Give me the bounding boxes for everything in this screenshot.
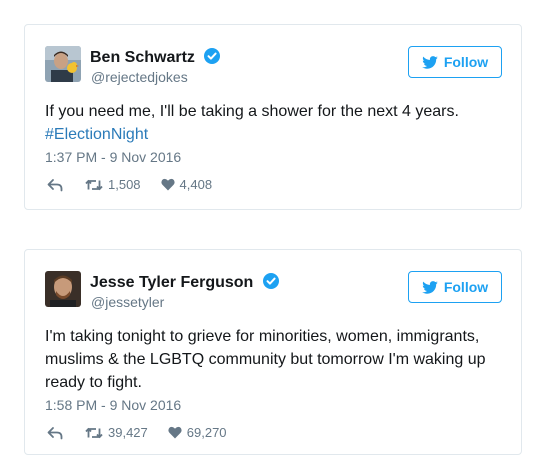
follow-button[interactable]: Follow	[408, 46, 502, 78]
hashtag-link[interactable]: #ElectionNight	[45, 126, 148, 143]
user-name[interactable]: Ben Schwartz	[90, 48, 221, 69]
like-count: 69,270	[186, 425, 227, 440]
tweet-text: I'm taking tonight to grieve for minorit…	[45, 325, 515, 394]
like-button[interactable]: 69,270	[168, 425, 227, 440]
avatar[interactable]	[45, 46, 81, 82]
retweet-button[interactable]: 1,508	[85, 177, 141, 192]
user-name-text: Ben Schwartz	[90, 49, 195, 66]
reply-button[interactable]	[47, 178, 63, 192]
heart-icon	[168, 426, 182, 439]
tweet-card: Jesse Tyler Ferguson @jessetyler Follow …	[24, 249, 522, 455]
retweet-icon	[85, 179, 103, 190]
follow-button[interactable]: Follow	[408, 271, 502, 303]
retweet-count: 1,508	[108, 177, 141, 192]
tweet-text: If you need me, I'll be taking a shower …	[45, 100, 505, 146]
follow-label: Follow	[443, 279, 489, 295]
tweet-timestamp[interactable]: 1:37 PM - 9 Nov 2016	[45, 149, 181, 165]
tweet-body: I'm taking tonight to grieve for minorit…	[45, 328, 486, 391]
avatar-photo-icon	[45, 271, 81, 307]
retweet-icon	[85, 427, 103, 438]
verified-badge-icon	[204, 48, 221, 69]
twitter-bird-icon	[422, 280, 438, 294]
reply-icon	[47, 178, 63, 191]
retweet-button[interactable]: 39,427	[85, 425, 148, 440]
user-handle[interactable]: @rejectedjokes	[91, 69, 188, 85]
verified-badge-icon	[262, 273, 279, 294]
follow-label: Follow	[443, 54, 489, 70]
twitter-bird-icon	[422, 55, 438, 69]
tweet-actions: 39,427 69,270	[47, 425, 227, 440]
tweet-card: Ben Schwartz @rejectedjokes Follow If yo…	[24, 24, 522, 210]
retweet-count: 39,427	[108, 425, 148, 440]
user-name-text: Jesse Tyler Ferguson	[90, 274, 254, 291]
tweet-body: If you need me, I'll be taking a shower …	[45, 103, 459, 120]
tweet-actions: 1,508 4,408	[47, 177, 212, 192]
heart-icon	[160, 178, 175, 191]
user-handle[interactable]: @jessetyler	[91, 294, 164, 310]
avatar[interactable]	[45, 271, 81, 307]
like-button[interactable]: 4,408	[160, 177, 213, 192]
reply-icon	[47, 426, 63, 439]
avatar-photo-icon	[45, 46, 81, 82]
user-name[interactable]: Jesse Tyler Ferguson	[90, 273, 279, 294]
tweet-timestamp[interactable]: 1:58 PM - 9 Nov 2016	[45, 397, 181, 413]
like-count: 4,408	[179, 177, 213, 192]
reply-button[interactable]	[47, 426, 63, 440]
